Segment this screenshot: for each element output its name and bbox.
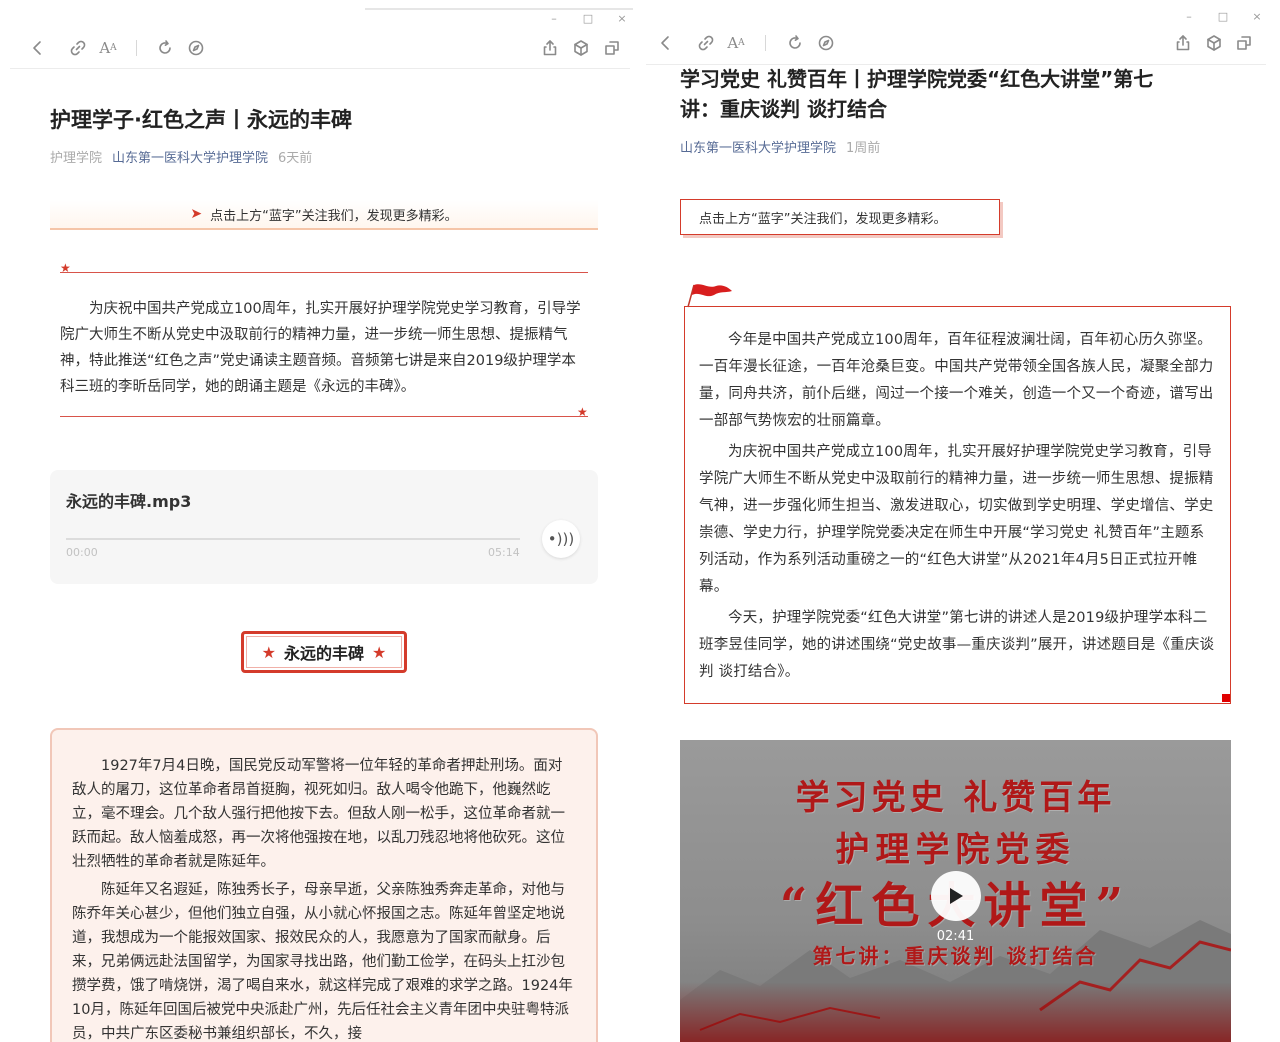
close-button[interactable]: × <box>616 12 628 25</box>
toolbar-divider <box>10 68 630 69</box>
poster-line: 第七讲：重庆谈判 谈打结合 <box>812 944 1099 968</box>
arrow-right-icon: ➤ <box>190 206 203 222</box>
publish-time: 1周前 <box>846 141 881 156</box>
back-icon[interactable] <box>26 36 50 60</box>
close-button[interactable]: × <box>1251 10 1263 23</box>
open-window-icon[interactable] <box>600 36 624 60</box>
poster-line: 护理学院党委 <box>835 830 1076 870</box>
publish-time: 6天前 <box>278 151 313 166</box>
bottom-rule <box>60 416 588 417</box>
window-controls: – □ × <box>1183 10 1263 23</box>
intro-paragraph: 今天，护理学院党委“红色大讲堂”第七讲的讲述人是2019级护理学本科二班李昱佳同… <box>699 610 1215 680</box>
poem-paragraph: 1927年7月4日晚，国民党反动军警将一位年轻的革命者押赴刑场。面对敌人的屠刀，… <box>72 758 565 870</box>
article-title: 学习党史 礼赞百年丨护理学院党委“红色大讲堂”第七 讲：重庆谈判 谈打结合 <box>680 64 1153 124</box>
poem-paragraph: 陈延年又名遐延，陈独秀长子，母亲早逝，父亲陈独秀奔走革命，对他与陈乔年关心甚少，… <box>72 882 573 1042</box>
maximize-button[interactable]: □ <box>1217 10 1229 23</box>
audio-progress-bar[interactable] <box>66 538 520 540</box>
maximize-button[interactable]: □ <box>582 12 594 25</box>
minimize-button[interactable]: – <box>1183 10 1195 23</box>
article-meta: 山东第一医科大学护理学院 1周前 <box>680 137 880 156</box>
refresh-icon[interactable] <box>153 36 177 60</box>
play-icon <box>950 888 963 904</box>
poem-title: 永远的丰碑 <box>283 644 364 663</box>
back-icon[interactable] <box>654 31 678 55</box>
audio-player: 永远的丰碑.mp3 00:00 05:14 •))) <box>50 470 598 584</box>
article-meta: 护理学院 山东第一医科大学护理学院 6天前 <box>50 147 312 166</box>
open-window-icon[interactable] <box>1232 31 1256 55</box>
video-player[interactable]: 学习党史 礼赞百年 护理学院党委 “红色大讲堂” 第七讲：重庆谈判 谈打结合 0… <box>680 740 1231 1042</box>
audio-filename: 永远的丰碑.mp3 <box>66 492 192 511</box>
window-top-border <box>365 8 633 10</box>
compass-icon[interactable] <box>814 31 838 55</box>
star-icon: ★ <box>261 642 276 662</box>
star-icon: ★ <box>372 642 387 662</box>
video-play-button[interactable] <box>931 871 981 921</box>
audio-current-time: 00:00 <box>66 546 98 559</box>
follow-banner-text: 点击上方“蓝字”关注我们，发现更多精彩。 <box>210 208 458 224</box>
follow-banner: ➤ 点击上方“蓝字”关注我们，发现更多精彩。 <box>50 200 598 230</box>
article-title-line: 学习党史 礼赞百年丨护理学院党委“红色大讲堂”第七 <box>680 67 1154 91</box>
toolbar: AA <box>640 31 1280 67</box>
font-size-icon[interactable]: AA <box>96 36 120 60</box>
article-source: 护理学院 <box>50 151 103 166</box>
window-controls: – □ × <box>548 12 628 25</box>
video-red-ground <box>680 982 1231 1042</box>
toolbar-separator <box>765 35 766 51</box>
toolbar: AA <box>0 36 640 72</box>
poem-title-box: ★ 永远的丰碑 ★ <box>241 631 407 673</box>
minimize-button[interactable]: – <box>548 12 560 25</box>
follow-banner: 点击上方“蓝字”关注我们，发现更多精彩。 <box>680 199 1000 235</box>
intro-paragraph: 为庆祝中国共产党成立100周年，扎实开展好护理学院党史学习教育，引导学院广大师生… <box>60 301 581 395</box>
video-duration: 02:41 <box>936 929 975 944</box>
font-size-icon[interactable]: AA <box>724 31 748 55</box>
corner-marker <box>1222 694 1230 702</box>
top-rule <box>60 272 588 273</box>
poem-box: 1927年7月4日晚，国民党反动军警将一位年轻的革命者押赴刑场。面对敌人的屠刀，… <box>50 728 598 1042</box>
intro-paragraph: 今年是中国共产党成立100周年，百年征程波澜壮阔，百年初心历久弥坚。一百年漫长征… <box>699 332 1214 429</box>
account-link[interactable]: 山东第一医科大学护理学院 <box>680 137 836 156</box>
intro-box: 今年是中国共产党成立100周年，百年征程波澜壮阔，百年初心历久弥坚。一百年漫长征… <box>684 306 1231 704</box>
share-icon[interactable] <box>1171 31 1195 55</box>
poster-line: 学习党史 礼赞百年 <box>795 778 1116 818</box>
article-title: 护理学子·红色之声丨永远的丰碑 <box>50 108 352 132</box>
toolbar-separator <box>136 40 137 56</box>
compass-icon[interactable] <box>184 36 208 60</box>
star-icon: ★ <box>577 405 588 419</box>
audio-wave-icon: •))) <box>547 530 575 548</box>
link-icon[interactable] <box>66 36 90 60</box>
link-icon[interactable] <box>694 31 718 55</box>
left-article-window: – □ × AA 护理学子·红色之声丨永远的丰碑 护理学院 山东第一医科大学护理… <box>0 0 640 1042</box>
audio-play-button[interactable]: •))) <box>542 520 580 558</box>
account-link[interactable]: 山东第一医科大学护理学院 <box>112 147 268 166</box>
article-title-line: 讲：重庆谈判 谈打结合 <box>680 97 887 121</box>
audio-duration: 05:14 <box>488 546 520 559</box>
cube-icon[interactable] <box>569 36 593 60</box>
share-icon[interactable] <box>538 36 562 60</box>
intro-paragraph: 为庆祝中国共产党成立100周年，扎实开展好护理学院党史学习教育，引导学院广大师生… <box>699 444 1214 595</box>
cube-icon[interactable] <box>1202 31 1226 55</box>
refresh-icon[interactable] <box>783 31 807 55</box>
